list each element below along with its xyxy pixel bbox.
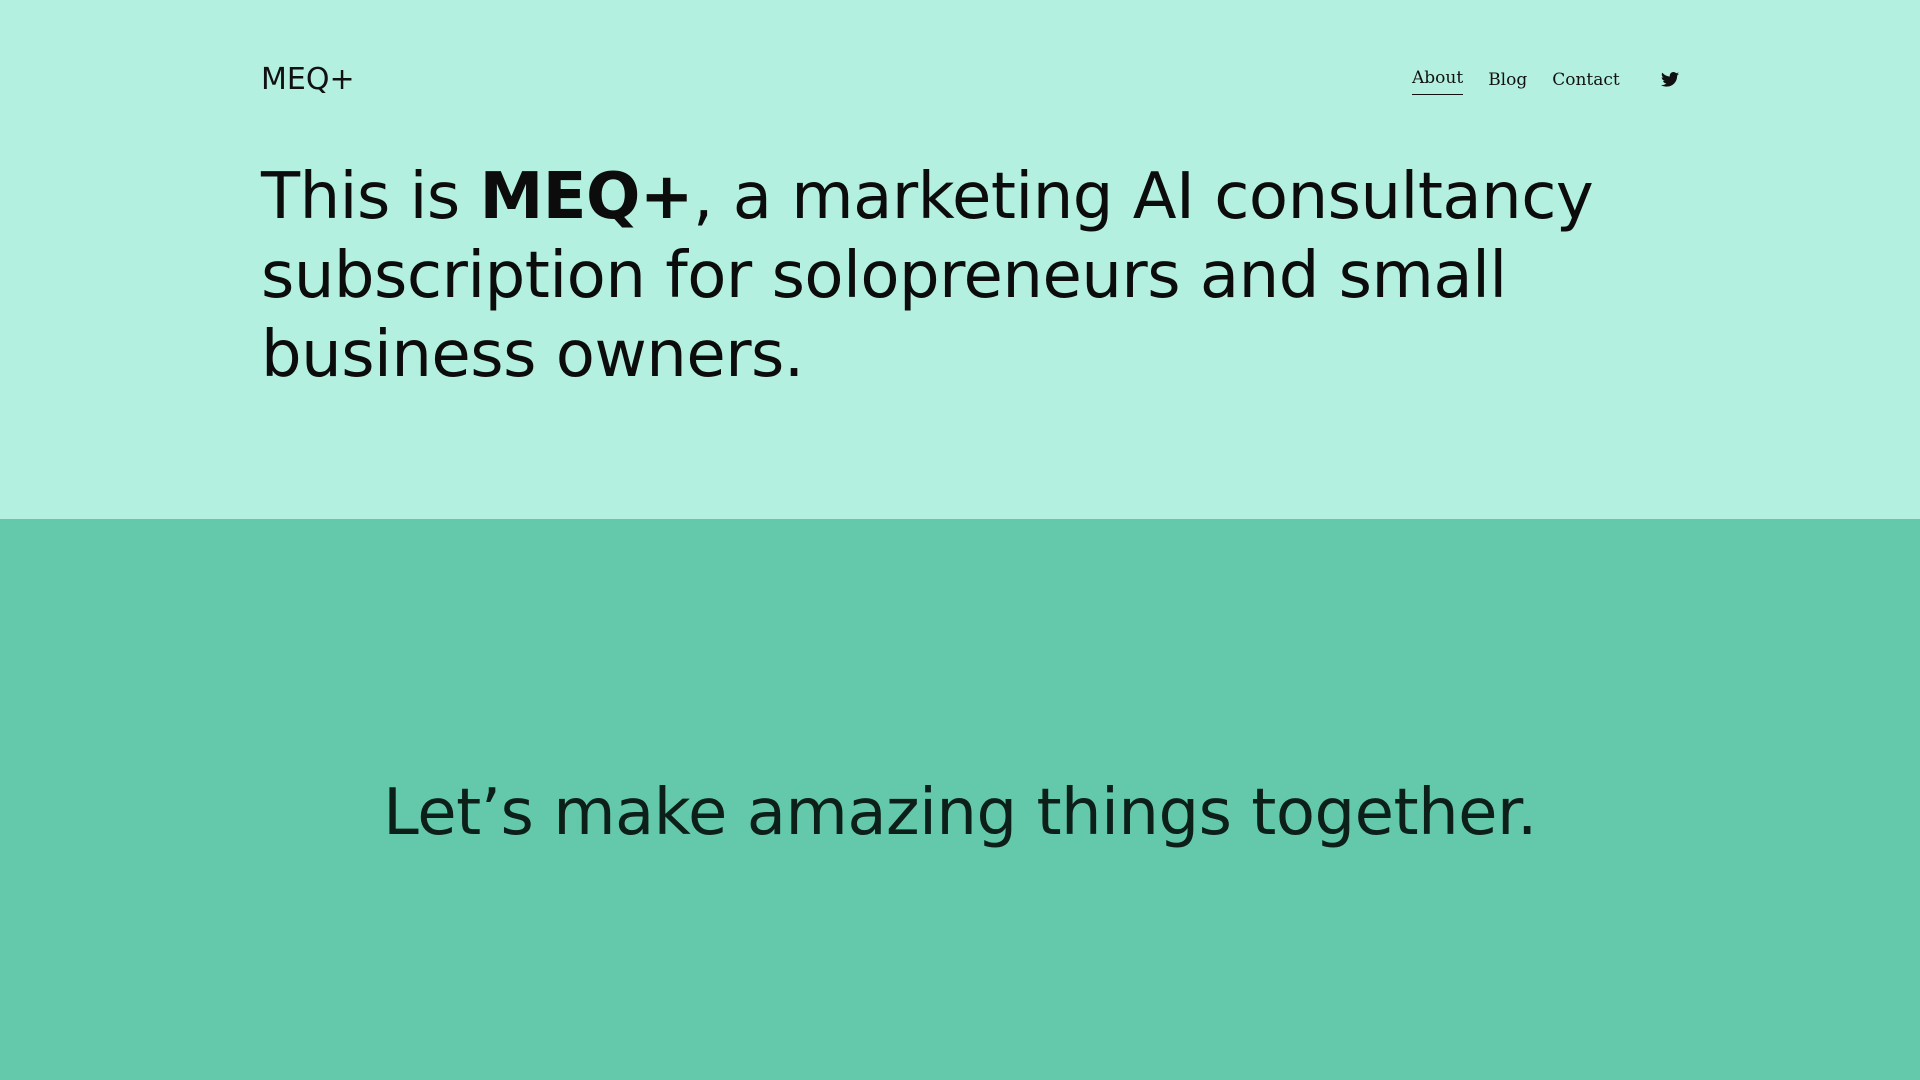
twitter-icon[interactable]	[1660, 70, 1680, 90]
hero-headline: This is MEQ+, a marketing AI consultancy…	[261, 158, 1681, 395]
headline-brand: MEQ+	[479, 160, 694, 234]
site-logo-link[interactable]: MEQ+	[261, 58, 355, 102]
nav-link-about[interactable]: About	[1412, 64, 1464, 95]
hero-section: MEQ+ About Blog Contact This is MEQ+, a …	[0, 0, 1920, 519]
main-nav: About Blog Contact	[1412, 64, 1680, 95]
cta-heading: Let’s make amazing things together.	[383, 776, 1537, 850]
cta-section: Let’s make amazing things together.	[0, 519, 1920, 1080]
headline-prefix: This is	[261, 160, 480, 234]
nav-link-contact[interactable]: Contact	[1552, 66, 1620, 94]
nav-link-blog[interactable]: Blog	[1488, 66, 1527, 94]
